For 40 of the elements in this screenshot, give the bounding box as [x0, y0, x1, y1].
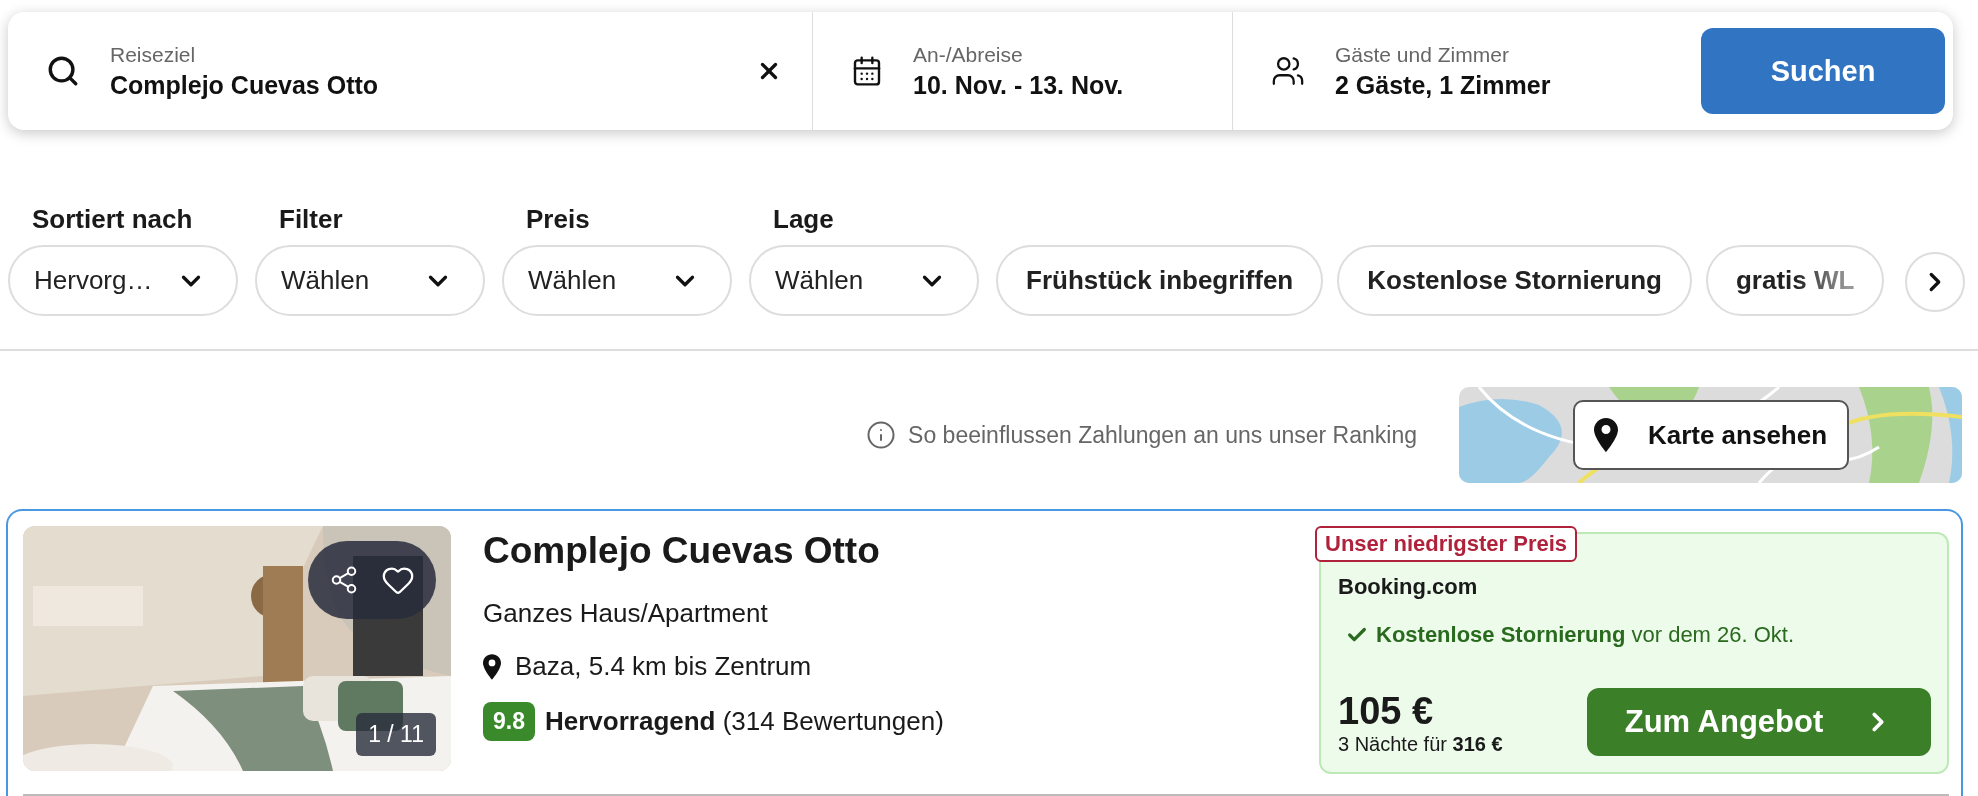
map-button[interactable]: Karte ansehen [1572, 400, 1849, 470]
search-icon [46, 54, 80, 88]
field-label: Reiseziel [110, 42, 197, 67]
rating-score: 9.8 [483, 702, 535, 741]
offer-button[interactable]: Zum Angebot [1587, 688, 1931, 756]
search-button[interactable]: Suchen [1701, 28, 1945, 114]
filter-chip[interactable]: Frühstück inbegriffen [996, 245, 1324, 316]
filter-dropdown[interactable]: Wählen [502, 245, 732, 316]
filter-dropdown[interactable]: Wählen [255, 245, 485, 316]
cancellation-text: Kostenlose Stornierung vor dem 26. Okt. [1376, 622, 1795, 648]
filter-label: Filter [278, 204, 344, 235]
info-icon [866, 420, 897, 450]
ranking-note[interactable]: So beeinflussen Zahlungen an uns unser Ranking [908, 421, 1417, 449]
price: 105 € [1338, 690, 1435, 733]
people-icon [1271, 54, 1305, 88]
image-counter: 1 / 11 [356, 713, 436, 756]
destination-field[interactable]: Complejo Cuevas Otto [110, 70, 726, 100]
pin-icon [483, 653, 501, 680]
share-icon[interactable] [329, 565, 359, 595]
listing-title[interactable]: Complejo Cuevas Otto [483, 530, 1287, 572]
rating-text: Hervorragend (314 Bewertungen) [545, 706, 944, 737]
calendar-icon [851, 55, 883, 87]
filter-label: Lage [772, 204, 835, 235]
next-button[interactable] [1905, 252, 1965, 312]
filter-label: Sortiert nach [31, 204, 194, 235]
filter-chip[interactable]: Kostenlose Stornierung [1337, 245, 1692, 316]
filter-dropdown[interactable]: Wählen [749, 245, 979, 316]
field-label: An-/Abreise [913, 42, 1024, 67]
pin-icon [1593, 418, 1618, 452]
field-label: Gäste und Zimmer [1335, 42, 1510, 67]
total-price: 3 Nächte für 316 € [1338, 733, 1503, 756]
filter-dropdown[interactable]: Hervorg… [8, 245, 238, 316]
location-text: Baza, 5.4 km bis Zentrum [515, 651, 812, 682]
guests-field[interactable]: 2 Gäste, 1 Zimmer [1335, 70, 1623, 100]
lowest-price-tag: Unser niedrigster Preis [1315, 526, 1578, 562]
property-type: Ganzes Haus/Apartment [483, 598, 769, 629]
filter-chip[interactable]: gratis WL [1705, 245, 1885, 316]
provider-name: Booking.com [1338, 574, 1479, 600]
dates-field[interactable]: 10. Nov. - 13. Nov. [913, 70, 1202, 100]
filter-label: Preis [525, 204, 591, 235]
